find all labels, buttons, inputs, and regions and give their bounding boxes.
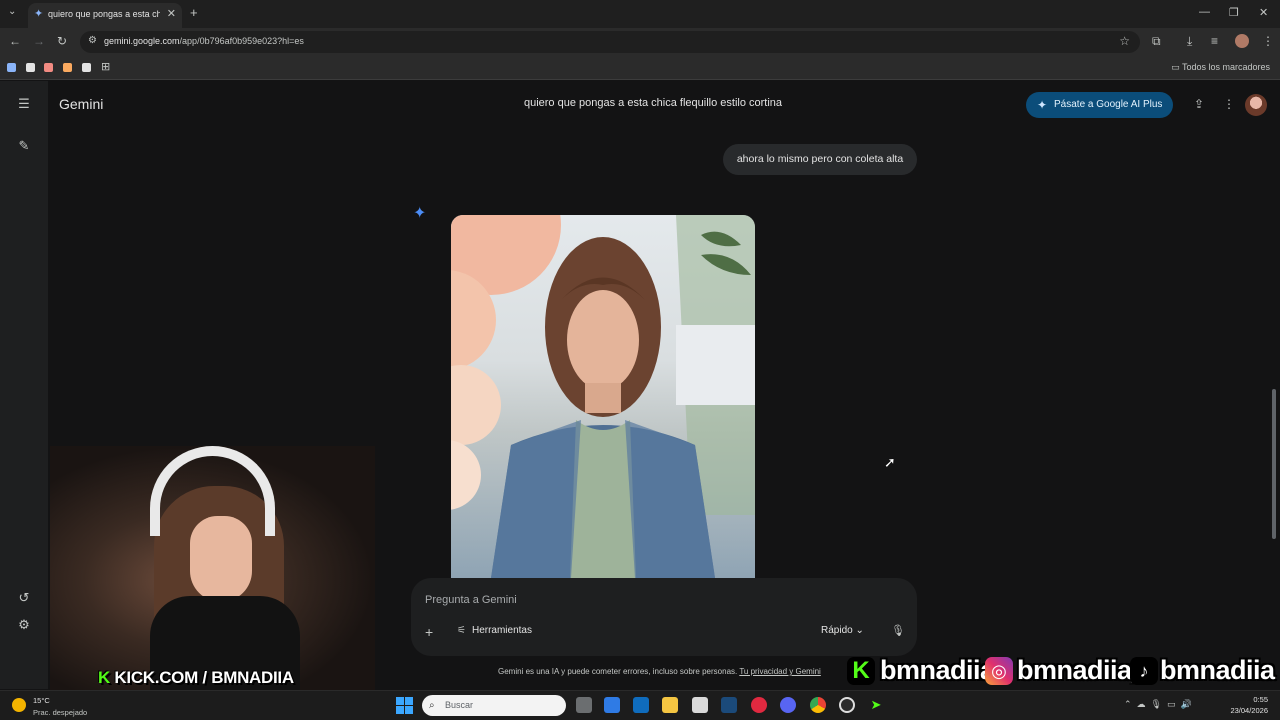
tiktok-icon: ♪ bbox=[1130, 657, 1158, 685]
account-avatar[interactable] bbox=[1245, 94, 1267, 116]
weather-sun-icon bbox=[12, 698, 26, 712]
search-icon: ⌕ bbox=[429, 700, 435, 711]
conversation-title: quiero que pongas a esta chica flequillo… bbox=[523, 97, 783, 109]
system-tray[interactable]: ⌃ ☁ 🎙 ▭ 🔊 bbox=[1124, 699, 1192, 710]
kick-handle: bmnadiia bbox=[880, 655, 995, 685]
file-explorer-icon[interactable] bbox=[662, 697, 678, 713]
steam-icon[interactable] bbox=[721, 697, 737, 713]
media-controls-icon[interactable]: ≡ bbox=[1211, 34, 1218, 48]
address-bar[interactable]: ⚙ gemini.google.com/app/0b796af0b959e023… bbox=[80, 31, 1140, 53]
menu-icon[interactable]: ☰ bbox=[14, 94, 34, 114]
clock-time: 0:55 bbox=[1253, 695, 1268, 704]
app-icon-11[interactable]: ➤ bbox=[868, 697, 884, 713]
bookmark-icon-5[interactable] bbox=[82, 63, 91, 72]
chrome-icon[interactable] bbox=[810, 697, 826, 713]
temperature: 15°C bbox=[33, 696, 50, 705]
instagram-icon: ◎ bbox=[985, 657, 1013, 685]
new-chat-icon[interactable]: ✎ bbox=[14, 136, 34, 156]
bookmark-star-icon[interactable]: ☆ bbox=[1119, 34, 1130, 48]
new-tab-icon[interactable]: + bbox=[190, 5, 198, 20]
tab-search-icon[interactable]: ⌄ bbox=[8, 6, 16, 17]
tab-title: quiero que pongas a esta chica flequillo… bbox=[48, 9, 160, 19]
obs-icon[interactable] bbox=[839, 697, 855, 713]
clock-date: 23/04/2026 bbox=[1230, 706, 1268, 715]
activity-icon[interactable]: ↺ bbox=[14, 588, 34, 608]
sliders-icon: ⚟ bbox=[457, 625, 466, 636]
upgrade-button[interactable]: ✦ Pásate a Google AI Plus bbox=[1026, 92, 1173, 118]
instagram-handle: bmnadiia_ bbox=[1017, 655, 1147, 685]
store-icon[interactable] bbox=[604, 697, 620, 713]
mode-selector[interactable]: Rápido ⌄ bbox=[821, 625, 864, 636]
apps-grid-icon[interactable]: ⊞ bbox=[101, 60, 110, 73]
taskbar-search[interactable]: ⌕ Buscar bbox=[422, 695, 566, 716]
settings-icon[interactable]: ⚙ bbox=[14, 615, 34, 635]
tiktok-handle: bmnadiia bbox=[1160, 655, 1275, 685]
upgrade-label: Pásate a Google AI Plus bbox=[1054, 99, 1163, 110]
gemini-brand[interactable]: Gemini bbox=[59, 96, 103, 112]
browser-toolbar: ← → ↻ ⚙ gemini.google.com/app/0b796af0b9… bbox=[0, 28, 1280, 56]
chevron-down-icon: ⌄ bbox=[855, 625, 864, 636]
app-icon-5[interactable] bbox=[692, 697, 708, 713]
app-icon-7[interactable] bbox=[751, 697, 767, 713]
share-icon[interactable]: ⇪ bbox=[1194, 97, 1204, 111]
prompt-box: + ⚟Herramientas Rápido ⌄ 🎙 bbox=[411, 578, 917, 656]
more-options-icon[interactable]: ⋮ bbox=[1223, 97, 1235, 111]
weather-description: Prac. despejado bbox=[33, 708, 88, 717]
disclaimer: Gemini es una IA y puede cometer errores… bbox=[498, 667, 821, 676]
browser-menu-icon[interactable]: ⋮ bbox=[1262, 34, 1274, 48]
task-view-icon[interactable] bbox=[576, 697, 592, 713]
generated-image-illustration bbox=[451, 215, 755, 578]
back-icon[interactable]: ← bbox=[9, 34, 21, 48]
mouse-cursor-icon: ➚ bbox=[884, 454, 896, 470]
bookmarks-bar: ⊞ ▭ Todos los marcadores bbox=[0, 56, 1280, 80]
close-window-icon[interactable]: ✕ bbox=[1259, 6, 1268, 19]
discord-icon[interactable] bbox=[780, 697, 796, 713]
generated-image[interactable] bbox=[451, 215, 755, 578]
spark-icon: ✦ bbox=[1037, 98, 1048, 112]
outlook-icon[interactable] bbox=[633, 697, 649, 713]
restore-icon[interactable]: ❐ bbox=[1229, 6, 1239, 19]
microphone-icon[interactable]: 🎙 bbox=[891, 624, 905, 637]
extensions-icon[interactable]: ⧉ bbox=[1152, 34, 1161, 49]
add-attachment-icon[interactable]: + bbox=[425, 624, 433, 640]
bookmark-icon-4[interactable] bbox=[63, 63, 72, 72]
kick-banner: K KICK.COM / BMNADIIA bbox=[98, 668, 294, 687]
bookmark-icon-2[interactable] bbox=[26, 63, 35, 72]
bookmark-icon-3[interactable] bbox=[44, 63, 53, 72]
user-message: ahora lo mismo pero con coleta alta bbox=[723, 144, 917, 175]
prompt-input[interactable] bbox=[425, 590, 895, 610]
headset bbox=[150, 446, 275, 536]
gemini-response-spark-icon: ✦ bbox=[413, 205, 427, 222]
site-info-icon[interactable]: ⚙ bbox=[88, 35, 97, 46]
profile-avatar[interactable] bbox=[1235, 34, 1249, 48]
download-icon[interactable]: ⤓ bbox=[1187, 34, 1192, 49]
tab-gemini[interactable]: ✦ quiero que pongas a esta chica flequil… bbox=[28, 3, 182, 28]
side-rail: ☰ ✎ ↺ ⚙ bbox=[0, 81, 48, 689]
gemini-spark-icon: ✦ bbox=[34, 8, 44, 20]
tools-button[interactable]: ⚟ Herramientas bbox=[457, 625, 532, 636]
forward-icon[interactable]: → bbox=[33, 34, 45, 48]
scrollbar[interactable] bbox=[1272, 389, 1276, 539]
close-tab-icon[interactable]: ✕ bbox=[167, 7, 176, 20]
url-text: gemini.google.com/app/0b796af0b959e023?h… bbox=[104, 36, 304, 46]
minimize-icon[interactable]: — bbox=[1199, 6, 1210, 18]
reload-icon[interactable]: ↻ bbox=[57, 34, 67, 48]
browser-tab-strip: ⌄ ✦ quiero que pongas a esta chica flequ… bbox=[0, 0, 1280, 28]
privacy-link[interactable]: Tu privacidad y Gemini bbox=[739, 667, 821, 676]
taskbar: 15°C Prac. despejado ⌕ Buscar ➤ ⌃ ☁ 🎙 ▭ … bbox=[0, 690, 1280, 720]
kick-logo-icon: K bbox=[847, 657, 875, 685]
bookmark-icon-1[interactable] bbox=[7, 63, 16, 72]
webcam-overlay bbox=[50, 446, 375, 690]
folder-icon: ▭ bbox=[1171, 62, 1182, 72]
all-bookmarks[interactable]: ▭ Todos los marcadores bbox=[1171, 62, 1270, 73]
start-windows-icon[interactable] bbox=[396, 697, 413, 714]
clock[interactable]: 0:55 23/04/2026 bbox=[1230, 694, 1268, 716]
